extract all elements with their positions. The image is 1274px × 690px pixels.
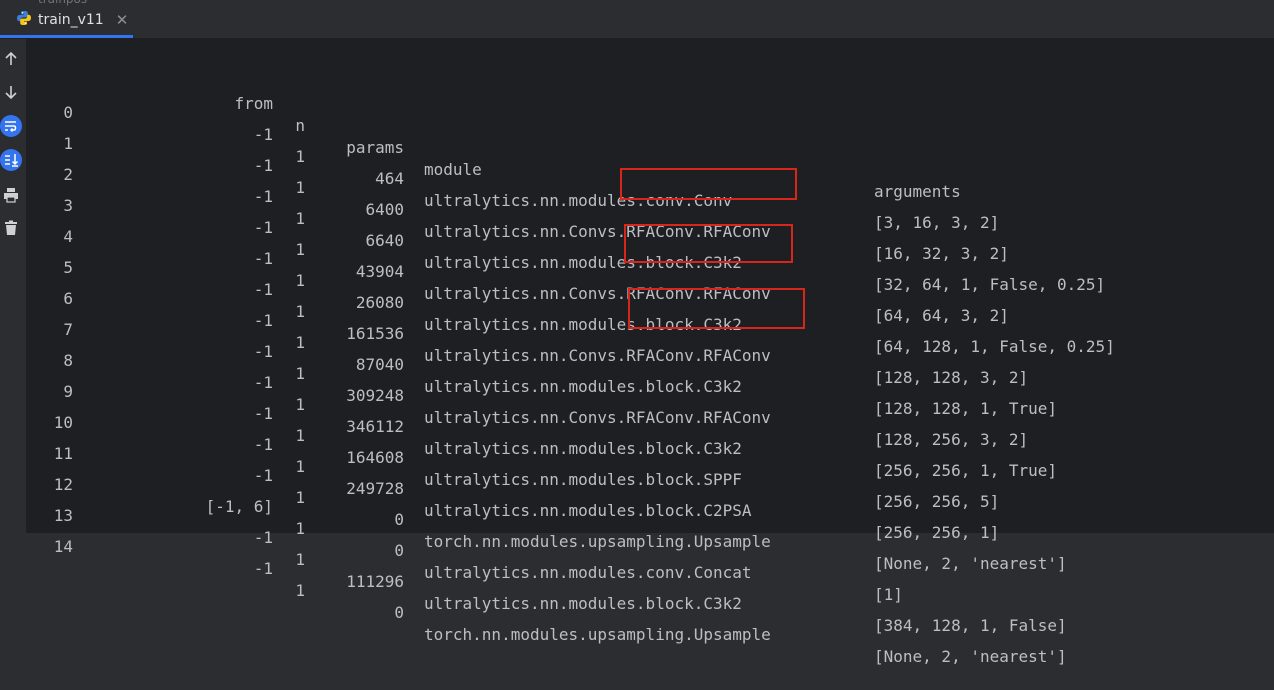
row-n: 1: [295, 581, 305, 600]
table-row: 10 -1 1 249728 ultralytics.nn.modules.bl…: [26, 390, 1274, 542]
row-module: torch.nn.modules.upsampling.Upsample: [424, 625, 771, 644]
row-module: ultralytics.nn.modules.conv.Concat: [424, 563, 752, 582]
highlight-box-row-3: [620, 168, 797, 200]
console-toolbar: [0, 39, 26, 533]
row-index: 14: [53, 537, 73, 556]
table-row: 1 -1 1 6400 ultralytics.nn.Convs.RFAConv…: [26, 111, 1274, 263]
row-arguments: [None, 2, 'nearest']: [874, 647, 1067, 666]
table-row: 0 -1 1 464 ultralytics.nn.modules.conv.C…: [26, 80, 1274, 232]
highlight-box-row-7: [628, 288, 805, 329]
soft-wrap-icon[interactable]: [0, 115, 22, 137]
row-n: 1: [295, 550, 305, 569]
row-params: 0: [394, 603, 404, 622]
python-icon: [16, 10, 32, 30]
table-row: 8 -1 1 346112 ultralytics.nn.modules.blo…: [26, 328, 1274, 480]
table-row: 11 -1 1 0 torch.nn.modules.upsampling.Up…: [26, 421, 1274, 573]
run-console-output[interactable]: from n params module arguments 0 -1 1 46…: [26, 39, 1274, 666]
highlight-box-row-5: [624, 224, 793, 263]
tab-label: train_v11: [38, 11, 104, 28]
row-params: 111296: [346, 572, 404, 591]
table-row: 2 -1 1 6640 ultralytics.nn.modules.block…: [26, 142, 1274, 294]
table-row: 4 -1 1 26080 ultralytics.nn.modules.bloc…: [26, 204, 1274, 356]
trash-icon[interactable]: [0, 217, 22, 239]
editor-tab-bar: trainpos train_v11 ✕: [0, 0, 1274, 39]
table-row: 9 -1 1 164608 ultralytics.nn.modules.blo…: [26, 359, 1274, 511]
row-module: ultralytics.nn.modules.block.C3k2: [424, 594, 742, 613]
print-icon[interactable]: [0, 184, 22, 206]
row-arguments: [None, 2, 'nearest']: [874, 554, 1067, 573]
down-arrow-icon[interactable]: [0, 81, 22, 103]
close-icon[interactable]: ✕: [116, 11, 129, 29]
scroll-to-end-icon[interactable]: [0, 149, 22, 171]
table-row: 13 -1 1 111296 ultralytics.nn.modules.bl…: [26, 483, 1274, 635]
table-header: from n params module arguments: [26, 49, 1274, 201]
up-arrow-icon[interactable]: [0, 48, 22, 70]
table-row: 12 [-1, 6] 1 0 ultralytics.nn.modules.co…: [26, 452, 1274, 604]
row-arguments: [1]: [874, 585, 903, 604]
row-from: -1: [253, 559, 273, 578]
row-arguments: [384, 128, 1, False]: [874, 616, 1067, 635]
table-row: 6 -1 1 87040 ultralytics.nn.modules.bloc…: [26, 266, 1274, 418]
row-params: 0: [394, 541, 404, 560]
tab-train-v11[interactable]: train_v11 ✕: [0, 4, 133, 38]
